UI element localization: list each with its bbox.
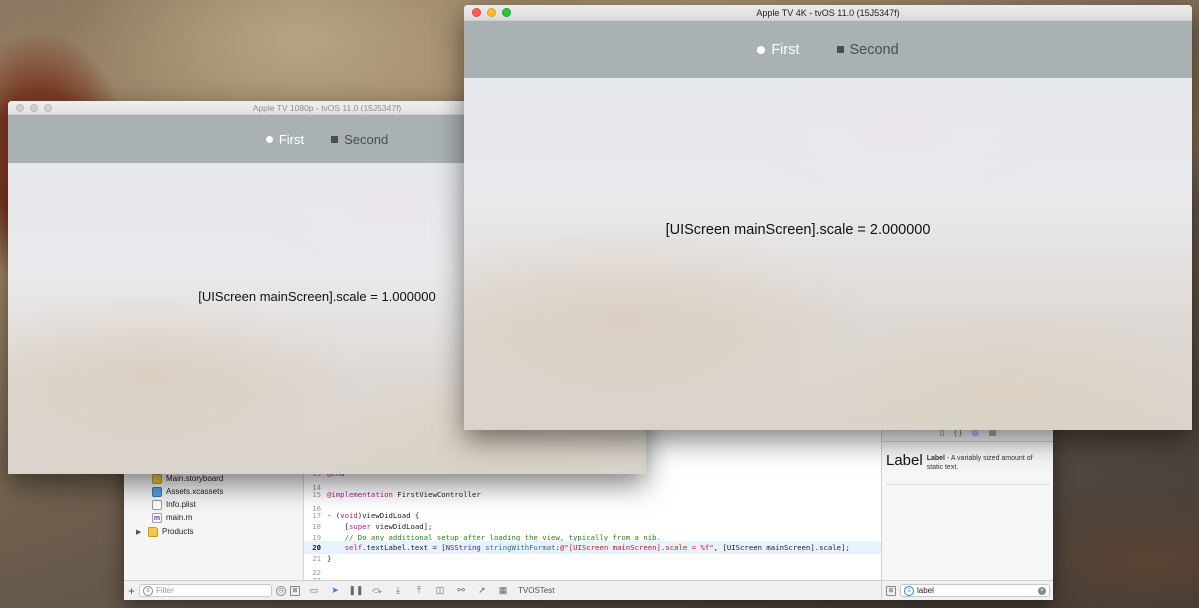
simulator-window-4k[interactable]: Apple TV 4K - tvOS 11.0 (15J5347f) First…	[464, 5, 1192, 430]
memory-graph-icon[interactable]: ⚯	[455, 585, 467, 596]
source-control-filter-icon[interactable]: ⊠	[290, 585, 300, 596]
tab-second[interactable]: Second	[331, 132, 388, 147]
step-into-icon[interactable]: ⤓	[392, 585, 404, 596]
navigator-item-main-m[interactable]: m main.m	[152, 511, 192, 524]
grid-view-icon[interactable]: ⊞	[886, 585, 896, 596]
location-icon[interactable]: ➚	[476, 585, 488, 596]
view-debugger-icon[interactable]: ◫	[434, 585, 446, 596]
divider	[886, 484, 1050, 485]
tab-first[interactable]: First	[757, 41, 800, 58]
m-file-icon: m	[152, 512, 162, 523]
code-line: 21}	[312, 554, 332, 563]
tab-second[interactable]: Second	[836, 41, 899, 58]
tab-label: First	[771, 41, 800, 58]
navigator-item-label: Products	[162, 527, 194, 536]
library-item-label[interactable]: Label Label - A variably sized amount of…	[886, 452, 1050, 472]
navigator-item-label: Assets.xcassets	[166, 487, 224, 496]
library-item-title: Label	[886, 452, 923, 469]
disclosure-triangle-icon[interactable]: ▶	[136, 528, 144, 536]
close-button[interactable]	[472, 8, 481, 17]
clear-icon[interactable]: ×	[1038, 586, 1046, 595]
window-controls	[16, 101, 52, 114]
scale-label: [UIScreen mainScreen].scale = 1.000000	[198, 288, 436, 304]
utilities-pane: ▯ { } ◎ ▤ Label Label - A variably sized…	[881, 424, 1053, 600]
scheme-icon: ▦	[498, 585, 508, 595]
navigator-item-label: Main.storyboard	[166, 474, 224, 483]
navigator-item-info-plist[interactable]: Info.plist	[152, 498, 196, 511]
scheme-name[interactable]: TVOSTest	[518, 586, 554, 595]
circle-icon	[757, 45, 766, 54]
library-item-description: Label - A variably sized amount of stati…	[926, 455, 1033, 471]
minimize-button[interactable]	[487, 8, 496, 17]
circle-icon	[265, 135, 273, 143]
navigator-item-assets[interactable]: Assets.xcassets	[152, 485, 223, 498]
hide-debug-area-icon[interactable]: ▭	[308, 585, 320, 596]
asset-catalog-icon	[152, 486, 162, 497]
window-titlebar[interactable]: Apple TV 4K - tvOS 11.0 (15J5347f)	[464, 5, 1192, 21]
library-filter-bar: ⊞ ≡ label ×	[882, 580, 1053, 600]
breakpoints-icon[interactable]: ➤	[329, 585, 341, 596]
library-search-value: label	[917, 586, 934, 595]
library-search-field[interactable]: ≡ label ×	[900, 584, 1050, 597]
navigator-filter-field[interactable]: ≡ Filter	[139, 584, 272, 597]
window-controls	[472, 5, 511, 20]
navigator-filter-bar: + ≡ Filter ◷ ⊠	[124, 580, 304, 600]
zoom-button[interactable]	[44, 103, 52, 112]
tab-label: First	[278, 131, 305, 147]
debug-bar: ▭ ➤ ❚❚ ⤼ ⤓ ⤒ ◫ ⚯ ➚ ▦ TVOSTest	[304, 580, 881, 600]
recent-files-icon[interactable]: ◷	[276, 585, 286, 596]
first-view-content: [UIScreen mainScreen].scale = 2.000000	[464, 78, 1192, 430]
close-button[interactable]	[16, 103, 24, 112]
step-out-icon[interactable]: ⤒	[413, 585, 425, 596]
tab-label: Second	[344, 131, 389, 147]
filter-placeholder: Filter	[156, 586, 174, 595]
square-icon	[331, 135, 339, 143]
window-title: Apple TV 1080p - tvOS 11.0 (15J5347f)	[252, 102, 402, 113]
tab-label: Second	[849, 41, 899, 58]
square-icon	[836, 46, 844, 53]
zoom-button[interactable]	[502, 8, 511, 17]
tab-first[interactable]: First	[265, 131, 305, 147]
pause-icon[interactable]: ❚❚	[348, 585, 363, 596]
tab-bar: First Second	[464, 21, 1192, 78]
navigator-item-label: main.m	[166, 513, 193, 522]
storyboard-icon	[152, 473, 162, 484]
minimize-button[interactable]	[30, 103, 38, 112]
filter-icon: ≡	[143, 585, 154, 596]
folder-icon	[148, 526, 158, 537]
navigator-item-label: Info.plist	[166, 500, 196, 509]
add-icon[interactable]: +	[128, 584, 135, 598]
scale-label: [UIScreen mainScreen].scale = 2.000000	[665, 222, 931, 238]
code-line: 15 @implementation FirstViewController	[312, 490, 481, 499]
filter-icon: ≡	[904, 585, 914, 596]
window-title: Apple TV 4K - tvOS 11.0 (15J5347f)	[756, 7, 900, 18]
step-over-icon[interactable]: ⤼	[371, 585, 383, 596]
navigator-item-products[interactable]: ▶ Products	[136, 525, 194, 538]
plist-icon	[152, 499, 162, 510]
